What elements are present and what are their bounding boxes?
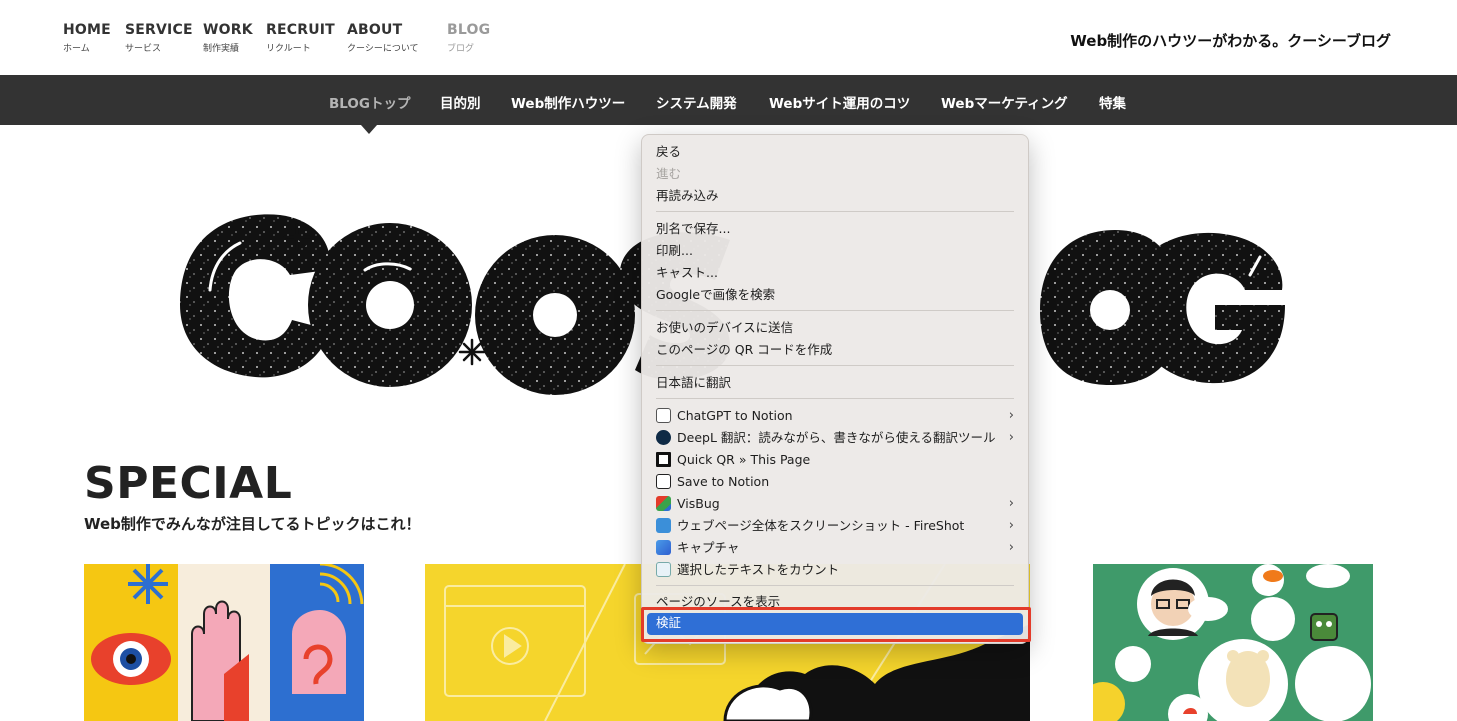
nav-recruit-sublabel: リクルート <box>266 44 311 54</box>
nav-blog-label: BLOG <box>447 22 491 38</box>
nav-home[interactable]: HOME ホーム <box>63 22 111 54</box>
menu-cast[interactable]: キャスト... <box>656 263 1018 283</box>
menu-fireshot-label: ウェブページ全体をスクリーンショット - FireShot <box>677 518 965 533</box>
menu-count-text-label: 選択したテキストをカウント <box>677 562 840 577</box>
menu-reload[interactable]: 再読み込み <box>656 186 1018 206</box>
menu-forward: 進む <box>656 166 682 181</box>
nav-blog[interactable]: BLOG ブログ <box>447 22 490 54</box>
subnav-system-dev[interactable]: システム開発 <box>656 92 737 112</box>
subnav-web-marketing[interactable]: Webマーケティング <box>941 92 1068 112</box>
subnav-special[interactable]: 特集 <box>1099 92 1126 112</box>
nav-service-label: SERVICE <box>125 22 193 38</box>
deepl-icon <box>656 430 671 445</box>
menu-fireshot[interactable]: ウェブページ全体をスクリーンショット - FireShot › <box>656 516 1018 536</box>
nav-about[interactable]: ABOUT クーシーについて <box>347 22 419 54</box>
menu-translate-japanese[interactable]: 日本語に翻訳 <box>656 373 1018 393</box>
menu-separator <box>656 398 1014 399</box>
menu-back[interactable]: 戻る <box>656 142 1018 162</box>
menu-search-image-google[interactable]: Googleで画像を検索 <box>656 285 1018 305</box>
chevron-right-icon: › <box>1008 518 1014 533</box>
menu-separator <box>656 310 1014 311</box>
chevron-right-icon: › <box>1008 540 1014 555</box>
menu-count-text[interactable]: 選択したテキストをカウント <box>656 560 1018 580</box>
menu-save-to-notion[interactable]: Save to Notion <box>656 472 1018 492</box>
menu-capture-label: キャプチャ <box>677 540 740 555</box>
subnav-site-operation[interactable]: Webサイト運用のコツ <box>769 92 910 112</box>
site-tagline: Web制作のハウツーがわかる。クーシーブログ <box>1070 32 1391 50</box>
chevron-right-icon: › <box>1008 496 1014 511</box>
nav-home-sublabel: ホーム <box>63 44 90 54</box>
special-subheading: Web制作でみんなが注目してるトピックはこれ！ <box>84 515 421 533</box>
nav-blog-sublabel: ブログ <box>447 44 475 54</box>
special-heading: SPECIAL <box>84 458 293 509</box>
menu-chatgpt-to-notion-label: ChatGPT to Notion <box>677 408 793 423</box>
menu-visbug-label: VisBug <box>677 496 720 511</box>
subnav-web-howto[interactable]: Web制作ハウツー <box>511 92 625 112</box>
menu-visbug[interactable]: VisBug › <box>656 494 1018 514</box>
menu-save-to-notion-label: Save to Notion <box>677 474 770 489</box>
menu-create-qr[interactable]: このページの QR コードを作成 <box>656 340 1018 360</box>
menu-deepl[interactable]: DeepL 翻訳：読みながら、書きながら使える翻訳ツール › <box>656 428 1018 448</box>
subnav-blog-top[interactable]: BLOGトップ <box>329 92 410 112</box>
nav-work-sublabel: 制作実績 <box>203 44 240 54</box>
menu-separator <box>656 211 1014 212</box>
menu-save-as[interactable]: 別名で保存... <box>656 219 1018 239</box>
menu-quick-qr[interactable]: Quick QR » This Page <box>656 450 1018 470</box>
qr-code-icon <box>656 452 671 467</box>
subnav-purpose[interactable]: 目的別 <box>440 92 481 112</box>
menu-quick-qr-label: Quick QR » This Page <box>677 452 811 467</box>
menu-chatgpt-to-notion[interactable]: ChatGPT to Notion › <box>656 406 1018 426</box>
visbug-icon <box>656 496 671 511</box>
chevron-right-icon: › <box>1008 408 1014 423</box>
menu-separator <box>656 585 1014 586</box>
context-menu: 戻る 進む 再読み込み 別名で保存... 印刷... キャスト... Googl… <box>641 134 1029 644</box>
menu-print[interactable]: 印刷... <box>656 241 1018 261</box>
menu-separator <box>656 365 1014 366</box>
top-navigation: HOME ホーム SERVICE サービス WORK 制作実績 RECRUIT … <box>0 0 1457 75</box>
nav-about-sublabel: クーシーについて <box>347 44 419 54</box>
menu-capture[interactable]: キャプチャ › <box>656 538 1018 558</box>
card-illustration-3 <box>1093 564 1371 721</box>
special-card-1[interactable] <box>84 564 364 721</box>
nav-about-label: ABOUT <box>347 22 403 38</box>
special-card-3[interactable] <box>1093 564 1373 721</box>
card-illustration-1 <box>84 564 364 721</box>
blog-subnav: BLOGトップ 目的別 Web制作ハウツー システム開発 Webサイト運用のコツ… <box>0 75 1457 125</box>
nav-recruit-label: RECRUIT <box>266 22 335 38</box>
nav-service-sublabel: サービス <box>125 44 162 54</box>
chevron-right-icon: › <box>1008 430 1014 445</box>
inspect-highlight-annotation <box>641 607 1031 642</box>
fireshot-icon <box>656 518 671 533</box>
menu-send-to-devices[interactable]: お使いのデバイスに送信 <box>656 318 1018 338</box>
notion-icon <box>656 474 671 489</box>
nav-work-label: WORK <box>203 22 253 38</box>
menu-deepl-label: DeepL 翻訳：読みながら、書きながら使える翻訳ツール <box>677 430 996 445</box>
active-nav-caret <box>361 125 377 134</box>
nav-service[interactable]: SERVICE サービス <box>125 22 193 54</box>
capture-icon <box>656 540 671 555</box>
nav-work[interactable]: WORK 制作実績 <box>203 22 253 54</box>
count-text-icon <box>656 562 671 577</box>
nav-recruit[interactable]: RECRUIT リクルート <box>266 22 335 54</box>
nav-home-label: HOME <box>63 22 111 38</box>
chatgpt-notion-icon <box>656 408 671 423</box>
